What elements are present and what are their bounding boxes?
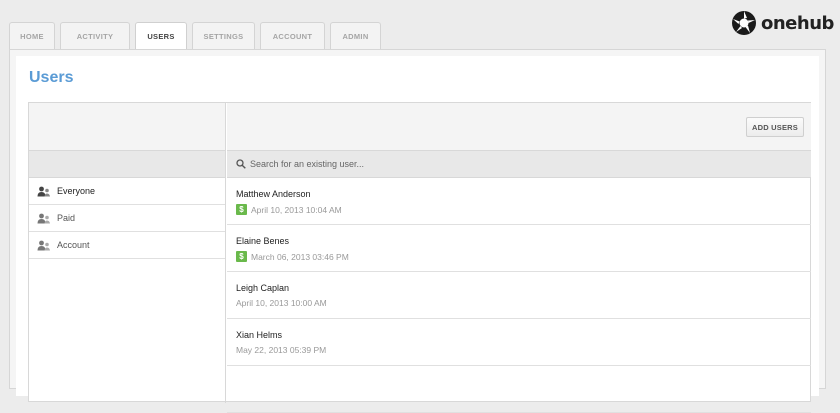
group-label: Paid bbox=[57, 213, 76, 223]
user-name: Leigh Caplan bbox=[236, 283, 290, 293]
paid-dollar-icon: $ bbox=[236, 251, 247, 262]
user-meta: April 10, 2013 10:00 AM bbox=[236, 298, 811, 308]
users-page: Users Everyone Paid Account ADD USERS Se… bbox=[16, 56, 819, 413]
tab-label: HOME bbox=[20, 31, 44, 41]
user-meta: May 22, 2013 05:39 PM bbox=[236, 345, 811, 355]
search-icon bbox=[236, 159, 246, 169]
users-column: ADD USERS Matthew Anderson $ April 10, 2… bbox=[227, 103, 811, 413]
user-date: March 06, 2013 03:46 PM bbox=[251, 251, 349, 262]
users-icon bbox=[37, 186, 50, 196]
tab-users[interactable]: USERS bbox=[135, 22, 187, 50]
user-name: Xian Helms bbox=[236, 330, 283, 340]
page-scrollbar[interactable] bbox=[828, 49, 840, 378]
groups-header bbox=[29, 103, 225, 151]
user-date: April 10, 2013 10:00 AM bbox=[236, 298, 327, 308]
group-label: Account bbox=[57, 240, 90, 250]
groups-column: Everyone Paid Account bbox=[29, 103, 226, 403]
groups-subheader bbox=[29, 151, 225, 178]
tab-label: USERS bbox=[147, 32, 175, 41]
tab-label: ACCOUNT bbox=[272, 31, 313, 41]
user-row[interactable]: Elaine Benes $ March 06, 2013 03:46 PM bbox=[227, 225, 811, 272]
group-item-paid[interactable]: Paid bbox=[29, 205, 225, 232]
onehub-logo[interactable]: onehub bbox=[731, 9, 834, 37]
user-name: Matthew Anderson bbox=[236, 189, 311, 199]
user-date: May 22, 2013 05:39 PM bbox=[236, 345, 327, 355]
user-search-input[interactable] bbox=[250, 159, 770, 169]
content-panel: Users Everyone Paid Account ADD USERS Se… bbox=[9, 49, 826, 413]
user-meta: $ March 06, 2013 03:46 PM bbox=[236, 251, 811, 262]
tab-settings[interactable]: SETTINGS bbox=[192, 22, 255, 49]
user-name: Elaine Benes bbox=[236, 236, 290, 246]
users-frame: Everyone Paid Account ADD USERS Search f… bbox=[28, 102, 811, 413]
page-title: Users bbox=[29, 69, 74, 86]
tab-label: ACTIVITY bbox=[76, 31, 114, 41]
users-icon bbox=[37, 213, 50, 223]
user-row[interactable]: Matthew Anderson $ April 10, 2013 10:04 … bbox=[227, 178, 811, 225]
onehub-logo-icon bbox=[732, 11, 756, 35]
tab-admin[interactable]: ADMIN bbox=[330, 22, 381, 49]
user-row[interactable] bbox=[227, 366, 811, 413]
group-item-everyone[interactable]: Everyone bbox=[29, 178, 225, 205]
user-search-bar bbox=[227, 151, 811, 178]
users-toolbar: ADD USERS bbox=[227, 103, 811, 151]
user-row[interactable]: Leigh Caplan April 10, 2013 10:00 AM bbox=[227, 272, 811, 319]
user-row[interactable]: Xian Helms May 22, 2013 05:39 PM bbox=[227, 319, 811, 366]
tab-activity[interactable]: ACTIVITY bbox=[60, 22, 130, 49]
group-label: Everyone bbox=[57, 186, 96, 196]
tab-label: ADMIN bbox=[342, 31, 369, 41]
user-date: April 10, 2013 10:04 AM bbox=[251, 204, 342, 215]
tab-home[interactable]: HOME bbox=[9, 22, 55, 49]
users-icon bbox=[37, 240, 50, 250]
main-nav-tabs: HOME ACTIVITY USERS SETTINGS ACCOUNT ADM… bbox=[9, 22, 381, 50]
top-bar: HOME ACTIVITY USERS SETTINGS ACCOUNT ADM… bbox=[0, 0, 840, 50]
tab-account[interactable]: ACCOUNT bbox=[260, 22, 325, 49]
user-meta: $ April 10, 2013 10:04 AM bbox=[236, 204, 811, 215]
group-item-account[interactable]: Account bbox=[29, 232, 225, 259]
paid-dollar-icon: $ bbox=[236, 204, 247, 215]
add-users-button[interactable]: ADD USERS bbox=[746, 117, 804, 137]
logo-text: onehub bbox=[761, 12, 834, 34]
tab-label: SETTINGS bbox=[203, 31, 244, 41]
